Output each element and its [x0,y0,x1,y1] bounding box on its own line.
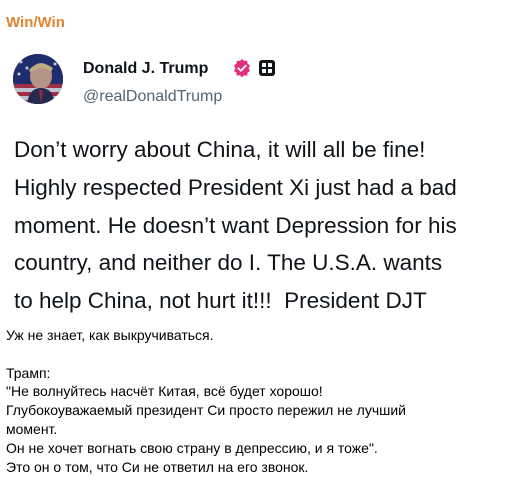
message-line: Уж не знает, как выкручиваться. [6,327,214,343]
channel-name[interactable]: Win/Win [6,14,65,31]
message-line: Трамп: [6,364,51,381]
verified-badge-icon [234,59,250,78]
post-text-line: Don’t worry about China, it will all be … [14,137,426,162]
post-text-line: country, and neither do I. The U.S.A. wa… [14,250,443,276]
author-name: Donald J. Trump [83,60,209,77]
message-text: Уж не знает, как выкручиваться. Трамп: "… [6,326,526,476]
post-text-line: moment. He doesn’t want Depression for h… [14,212,457,238]
embedded-post-screenshot[interactable]: Donald J. Trump @realDonaldTrump Don’t w… [0,40,530,316]
post-text-line: Highly respected President Xi just had a… [14,174,457,200]
message-line: момент. [6,420,58,437]
message-line: Глубокоуважаемый президент Си просто пер… [6,402,406,419]
author-handle: @realDonaldTrump [83,88,223,105]
post-text-line: to help China, not hurt it!!! President … [14,288,427,314]
post-text: Don’t worry about China, it will all be … [14,131,524,320]
message-line: Он не хочет вогнать свою страну в депрес… [6,439,378,456]
telegram-message: Win/Win Donald J. Trump @realDonaldTrump… [0,0,530,503]
affiliate-square-icon [259,60,275,76]
avatar-image [13,54,63,104]
author-avatar [13,54,63,104]
message-line: "Не волнуйтесь насчёт Китая, всё будет х… [6,383,323,400]
message-line: Это он о том, что Си не ответил на его з… [6,458,309,475]
message-line [6,345,526,364]
